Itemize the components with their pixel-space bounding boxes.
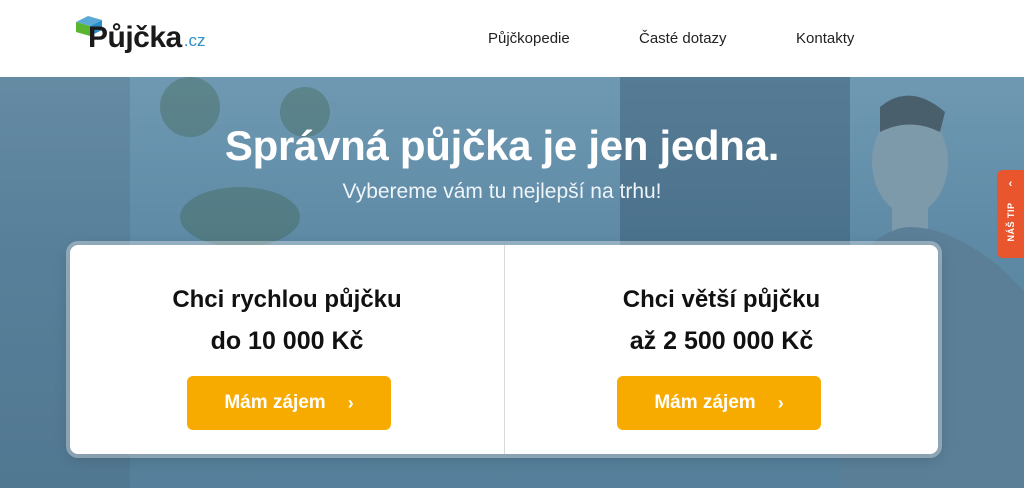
nav-item-caste-dotazy[interactable]: Časté dotazy [639,30,727,47]
chevron-right-icon: › [347,392,354,413]
site-header: Půjčka .cz Půjčkopedie Časté dotazy Kont… [0,0,1024,77]
hero-title: Správná půjčka je jen jedna. [224,122,780,169]
logo-text: Půjčka [88,21,182,54]
chevron-right-icon: › [777,392,784,413]
offer-amount: až 2 500 000 Kč [629,327,814,355]
logo[interactable]: Půjčka .cz [76,16,205,60]
hero-subtitle: Vybereme vám tu nejlepší na trhu! [342,180,662,203]
offer-title: Chci větší půjčku [622,286,821,313]
interest-button-label: Mám zájem [654,392,756,413]
offer-big-loan: Chci větší půjčku až 2 500 000 Kč Mám zá… [504,245,938,454]
interest-button[interactable]: Mám zájem › [617,376,821,430]
nav-item-pujckopedie[interactable]: Půjčkopedie [488,30,570,47]
chevron-left-icon: ‹ [1008,178,1013,190]
offer-title: Chci rychlou půjčku [172,286,402,313]
logo-tld: .cz [183,31,206,50]
offer-quick-loan: Chci rychlou půjčku do 10 000 Kč Mám záj… [70,245,504,454]
offer-amount: do 10 000 Kč [210,327,364,355]
our-tip-tab[interactable]: ‹ NÁŠ TIP [997,170,1024,258]
hero-banner: Správná půjčka je jen jedna. Vybereme vá… [0,77,1024,488]
interest-button-label: Mám zájem [224,392,326,413]
our-tip-label: NÁŠ TIP [1005,202,1016,242]
offer-card: Chci rychlou půjčku do 10 000 Kč Mám záj… [70,245,938,454]
nav-item-kontakty[interactable]: Kontakty [796,30,854,47]
interest-button[interactable]: Mám zájem › [187,376,391,430]
